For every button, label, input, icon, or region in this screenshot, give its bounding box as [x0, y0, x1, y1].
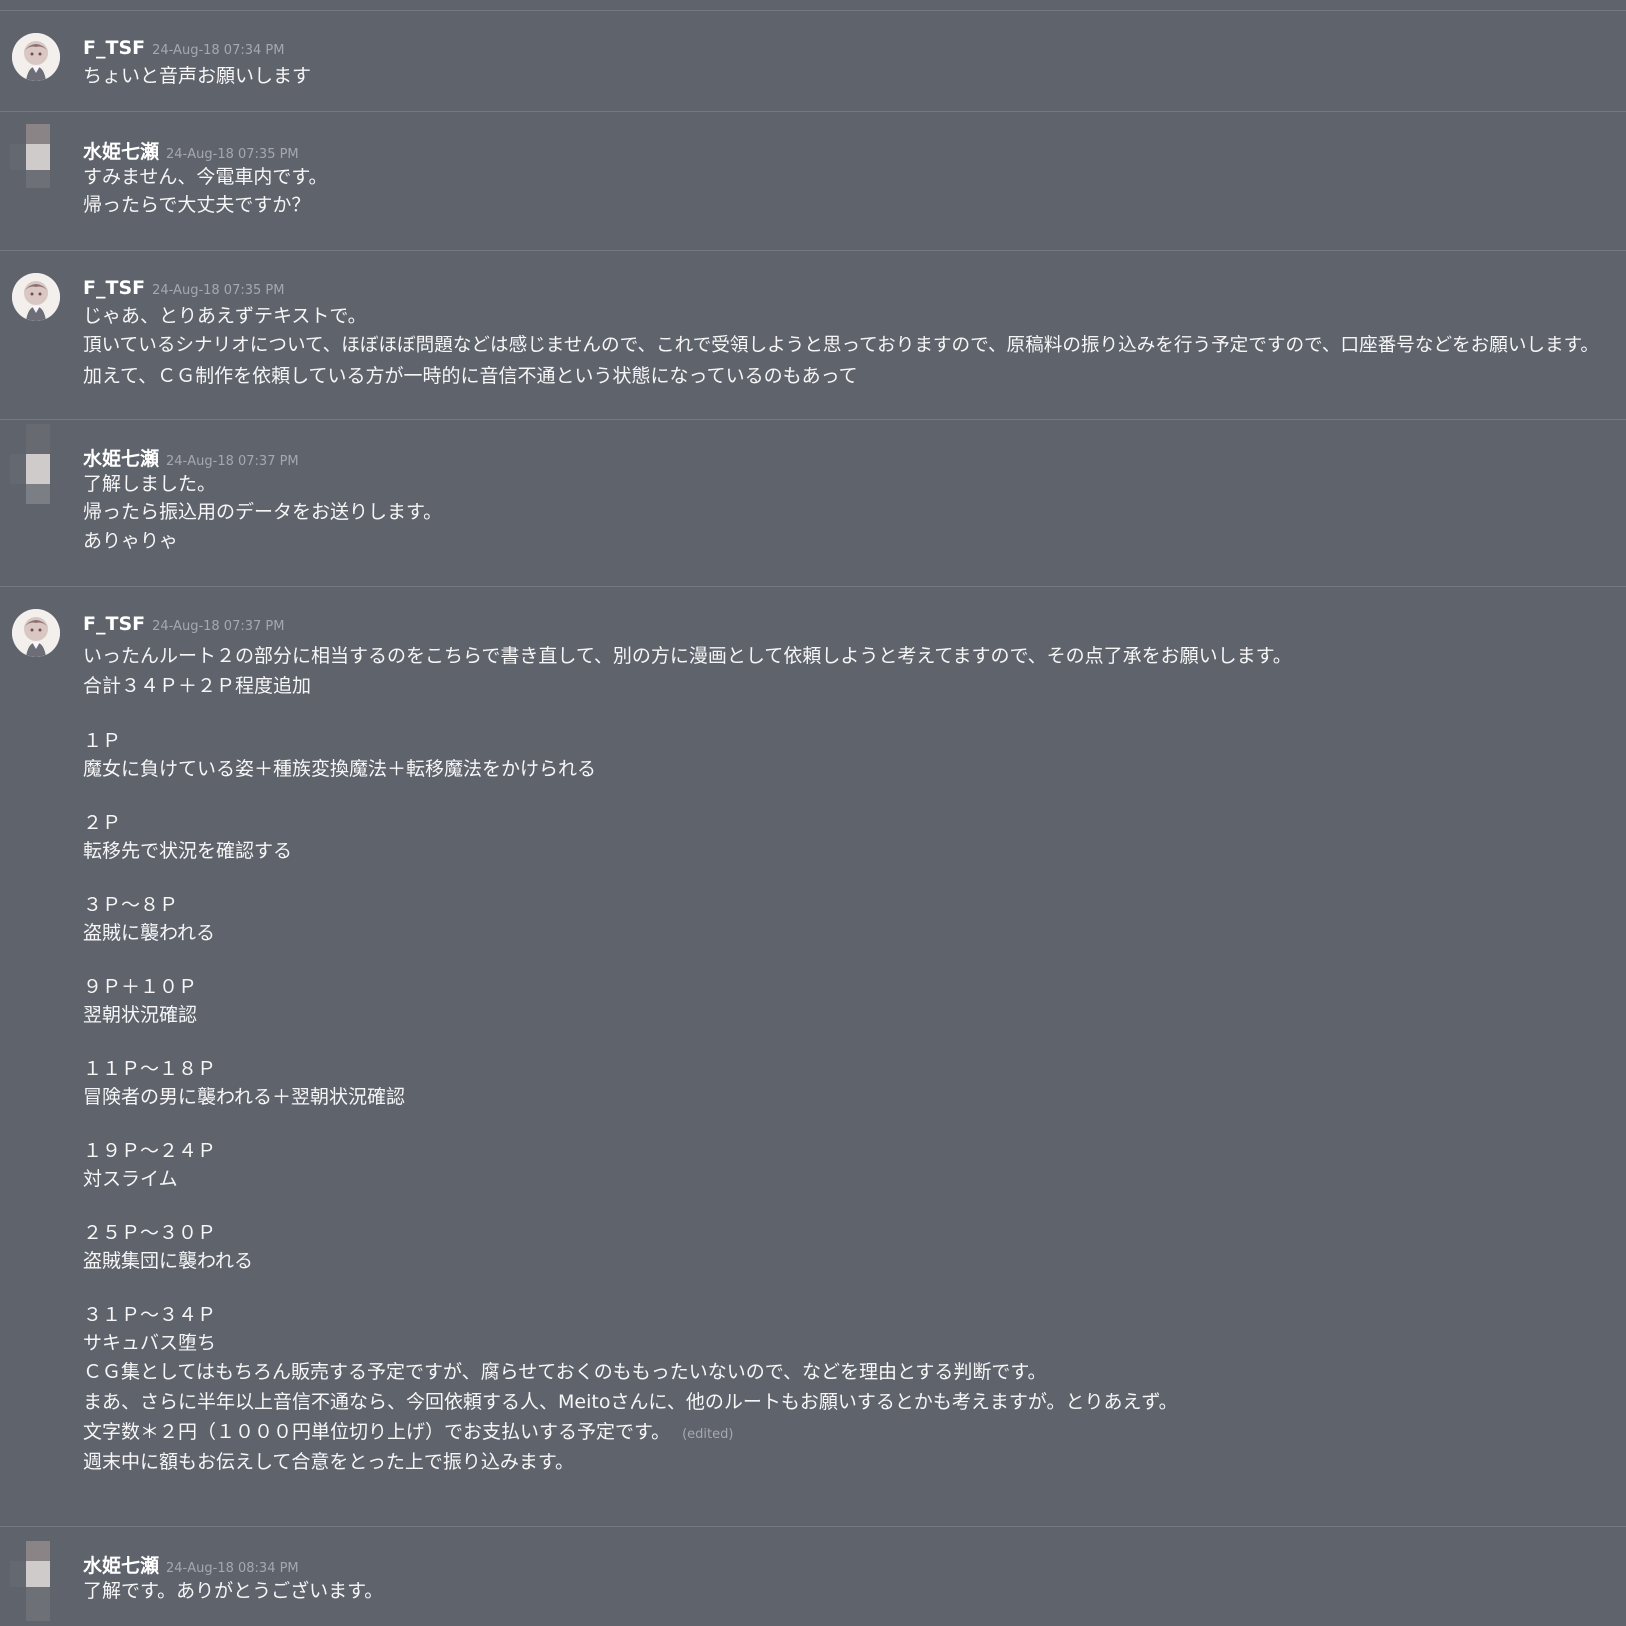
- message-line: 盗賊に襲われる: [83, 922, 216, 944]
- message-line: １Ｐ: [83, 730, 122, 752]
- message-author[interactable]: 水姫七瀬 24-Aug-18 07:37 PM: [83, 444, 299, 471]
- avatar[interactable]: [10, 424, 58, 504]
- message: 水姫七瀬 24-Aug-18 07:35 PM すみません、今電車内です。 帰った…: [0, 111, 1626, 241]
- author-name[interactable]: F_TSF: [83, 613, 145, 635]
- author-name[interactable]: F_TSF: [83, 37, 145, 59]
- message: F_TSF 24-Aug-18 07:37 PM いったんルート２の部分に相当する…: [0, 586, 1626, 1526]
- message-log: F_TSF 24-Aug-18 07:34 PM ちょいと音声お願いします 水姫七…: [0, 0, 1626, 1626]
- message-line: 冒険者の男に襲われる＋翌朝状況確認: [83, 1086, 406, 1108]
- message-line: 週末中に額もお伝えして合意をとった上で振り込みます。: [83, 1451, 574, 1473]
- message-line: ２５Ｐ～３０Ｐ: [83, 1222, 217, 1244]
- message-line: 頂いているシナリオについて、ほぼほぼ問題などは感じませんので、これで受領しようと…: [83, 335, 1599, 356]
- anime-character-icon: [12, 33, 60, 81]
- message-content: いったんルート２の部分に相当するのをこちらで書き直して、別の方に漫画として依頼し…: [83, 641, 1618, 1477]
- message-author[interactable]: F_TSF 24-Aug-18 07:37 PM: [83, 613, 284, 635]
- message-line: サキュバス堕ち: [83, 1332, 217, 1354]
- message: F_TSF 24-Aug-18 07:35 PM じゃあ、とりあえずテキストで。 …: [0, 250, 1626, 420]
- message-timestamp: 24-Aug-18 07:37 PM: [166, 454, 299, 469]
- message-line-edited: 文字数＊２円（１０００円単位切り上げ）でお支払いする予定です。 (edited): [83, 1417, 1618, 1447]
- message-author[interactable]: 水姫七瀬 24-Aug-18 07:35 PM: [83, 137, 299, 164]
- message-line: ＣＧ集としてはもちろん販売する予定ですが、腐らせておくのももったいないので、など…: [83, 1361, 1047, 1383]
- author-name[interactable]: 水姫七瀬: [83, 1555, 159, 1577]
- message-line: すみません、今電車内です。: [83, 166, 328, 188]
- message-line: まあ、さらに半年以上音信不通なら、今回依頼する人、Meitoさんに、他のルートも…: [83, 1391, 1178, 1413]
- message-line: ２Ｐ: [83, 812, 122, 834]
- message-line: 翌朝状況確認: [83, 1004, 198, 1026]
- message-line: 了解しました。: [83, 473, 217, 495]
- message-timestamp: 24-Aug-18 07:35 PM: [152, 283, 285, 298]
- message-content: じゃあ、とりあえずテキストで。 頂いているシナリオについて、ほぼほぼ問題などは感…: [83, 301, 1618, 391]
- message-content: ちょいと音声お願いします: [83, 61, 1618, 91]
- message-line: 盗賊集団に襲われる: [83, 1250, 254, 1272]
- pixel-avatar-icon: [10, 424, 50, 504]
- message-line: １１Ｐ～１８Ｐ: [83, 1058, 217, 1080]
- avatar[interactable]: [10, 124, 58, 188]
- message-line: 魔女に負けている姿＋種族変換魔法＋転移魔法をかけられる: [83, 758, 597, 780]
- anime-character-icon: [12, 609, 60, 657]
- message-author[interactable]: F_TSF 24-Aug-18 07:35 PM: [83, 277, 284, 299]
- pixel-avatar-icon: [10, 1541, 50, 1621]
- message: 水姫七瀬 24-Aug-18 07:37 PM 了解しました。 帰ったら振込用のデ…: [0, 419, 1626, 586]
- message-line: ３Ｐ～８Ｐ: [83, 894, 179, 916]
- message-line: いったんルート２の部分に相当するのをこちらで書き直して、別の方に漫画として依頼し…: [83, 645, 1292, 667]
- message-line: 転移先で状況を確認する: [83, 840, 293, 862]
- message-timestamp: 24-Aug-18 07:35 PM: [166, 147, 299, 162]
- message-line: ３１Ｐ～３４Ｐ: [83, 1304, 217, 1326]
- message-author[interactable]: 水姫七瀬 24-Aug-18 08:34 PM: [83, 1551, 299, 1578]
- message-line: 帰ったら振込用のデータをお送りします。: [83, 501, 443, 523]
- message-author[interactable]: F_TSF 24-Aug-18 07:34 PM: [83, 37, 284, 59]
- message-line: 対スライム: [83, 1168, 178, 1190]
- message-content: 了解しました。 帰ったら振込用のデータをお送りします。 ありゃりゃ: [83, 470, 1618, 556]
- avatar[interactable]: [12, 609, 60, 657]
- message: 水姫七瀬 24-Aug-18 08:34 PM 了解です。ありがとうございます。: [0, 1526, 1626, 1626]
- message-content: 了解です。ありがとうございます。: [83, 1577, 1618, 1605]
- message-content: すみません、今電車内です。 帰ったらで大丈夫ですか？: [83, 163, 1618, 219]
- message-timestamp: 24-Aug-18 07:34 PM: [152, 43, 285, 58]
- message-line-text: 文字数＊２円（１０００円単位切り上げ）でお支払いする予定です。: [83, 1421, 671, 1443]
- author-name[interactable]: 水姫七瀬: [83, 141, 159, 163]
- message-line: ちょいと音声お願いします: [83, 65, 312, 87]
- pixel-avatar-icon: [10, 124, 50, 188]
- anime-character-icon: [12, 273, 60, 321]
- edited-indicator: (edited): [682, 1427, 734, 1442]
- message-line: 加えて、ＣＧ制作を依頼している方が一時的に音信不通という状態になっているのもあっ…: [83, 365, 858, 387]
- avatar[interactable]: [10, 1541, 58, 1621]
- avatar[interactable]: [12, 273, 60, 321]
- message-timestamp: 24-Aug-18 08:34 PM: [166, 1561, 299, 1576]
- message-line: 了解です。ありがとうございます。: [83, 1580, 384, 1602]
- message-line: ９Ｐ＋１０Ｐ: [83, 976, 198, 998]
- message-line: じゃあ、とりあえずテキストで。: [83, 305, 367, 327]
- message-timestamp: 24-Aug-18 07:37 PM: [152, 619, 285, 634]
- author-name[interactable]: 水姫七瀬: [83, 448, 159, 470]
- author-name[interactable]: F_TSF: [83, 277, 145, 299]
- message-line: １９Ｐ～２４Ｐ: [83, 1140, 217, 1162]
- avatar[interactable]: [12, 33, 60, 81]
- message: F_TSF 24-Aug-18 07:34 PM ちょいと音声お願いします: [0, 10, 1626, 111]
- message-line: 帰ったらで大丈夫ですか？: [83, 194, 311, 216]
- message-line: ありゃりゃ: [83, 530, 179, 552]
- message-line: 合計３４Ｐ＋２Ｐ程度追加: [83, 675, 312, 697]
